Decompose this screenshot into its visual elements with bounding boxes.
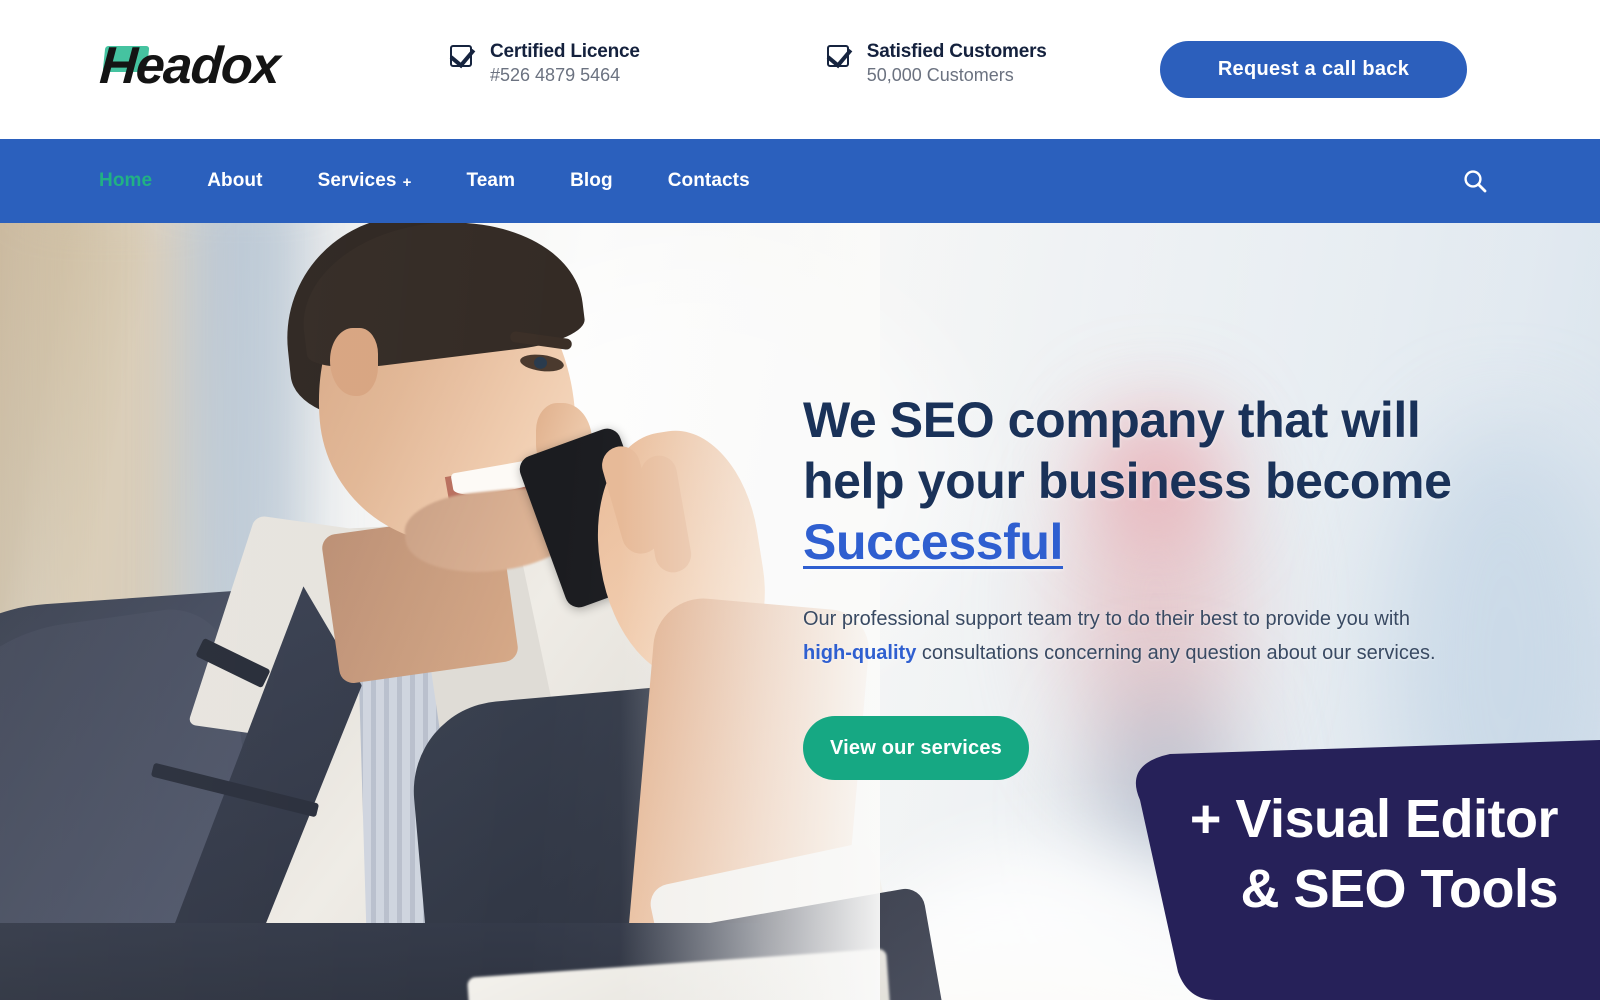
hero-headline-line-1: We SEO company that will bbox=[803, 392, 1421, 448]
promo-ribbon-line-1: + Visual Editor bbox=[1189, 789, 1559, 849]
nav-item-label: Services bbox=[317, 170, 397, 191]
brand-name: Headox bbox=[97, 37, 281, 95]
nav-item-label: Home bbox=[99, 170, 153, 191]
badge-title: Satisfied Customers bbox=[866, 41, 1047, 62]
hero-headline: We SEO company that will help your busin… bbox=[803, 390, 1503, 573]
hero-paragraph: Our professional support team try to do … bbox=[803, 602, 1443, 670]
badge-satisfied-customers: Satisfied Customers 50,000 Customers bbox=[826, 40, 1047, 87]
search-icon bbox=[1464, 170, 1487, 193]
hero-paragraph-part-1: Our professional support team try to do … bbox=[803, 608, 1410, 630]
header-badges: Certified Licence #526 4879 5464 Satisfi… bbox=[450, 40, 1047, 87]
nav-item-services[interactable]: Services + bbox=[318, 170, 412, 192]
hero-photo-businessman bbox=[0, 223, 974, 1000]
checkbox-checked-icon bbox=[826, 45, 849, 67]
nav-links: Home About Services + Team Blog Contacts bbox=[99, 139, 750, 223]
nav-item-label: Contacts bbox=[667, 170, 750, 191]
badge-certified-licence: Certified Licence #526 4879 5464 bbox=[450, 40, 640, 87]
top-bar: Headox Certified Licence #526 4879 5464 … bbox=[0, 0, 1600, 139]
hero-headline-line-2: help your business become bbox=[803, 453, 1452, 509]
hero-paragraph-bold: high-quality bbox=[803, 642, 917, 664]
promo-ribbon-line-2: & SEO Tools bbox=[1240, 859, 1558, 919]
promo-ribbon: + Visual Editor & SEO Tools bbox=[1020, 740, 1600, 1000]
nav-item-about[interactable]: About bbox=[207, 170, 262, 192]
badge-subtitle: 50,000 Customers bbox=[866, 64, 1014, 85]
hero-headline-highlight[interactable]: Successful bbox=[803, 514, 1063, 570]
view-our-services-button[interactable]: View our services bbox=[803, 716, 1029, 780]
nav-item-home[interactable]: Home bbox=[99, 170, 152, 192]
nav-item-label: About bbox=[207, 170, 263, 191]
brand-logo[interactable]: Headox bbox=[97, 37, 281, 95]
hero-copy: We SEO company that will help your busin… bbox=[803, 390, 1503, 780]
nav-item-blog[interactable]: Blog bbox=[570, 170, 613, 192]
nav-item-label: Blog bbox=[570, 170, 613, 191]
hero-paragraph-part-2: consultations concerning any question ab… bbox=[916, 642, 1436, 664]
search-button[interactable] bbox=[1462, 139, 1488, 223]
nav-item-team[interactable]: Team bbox=[466, 170, 515, 192]
nav-item-label: Team bbox=[466, 170, 516, 191]
page-root: Headox Certified Licence #526 4879 5464 … bbox=[0, 0, 1600, 1000]
main-navigation: Home About Services + Team Blog Contacts bbox=[0, 139, 1600, 223]
dropdown-plus-icon: + bbox=[402, 173, 412, 191]
nav-item-contacts[interactable]: Contacts bbox=[668, 170, 750, 192]
checkbox-checked-icon bbox=[450, 45, 472, 67]
request-call-back-button[interactable]: Request a call back bbox=[1160, 41, 1467, 98]
promo-ribbon-text: + Visual Editor & SEO Tools bbox=[1189, 784, 1559, 924]
badge-title: Certified Licence bbox=[490, 41, 640, 62]
badge-subtitle: #526 4879 5464 bbox=[490, 64, 621, 85]
